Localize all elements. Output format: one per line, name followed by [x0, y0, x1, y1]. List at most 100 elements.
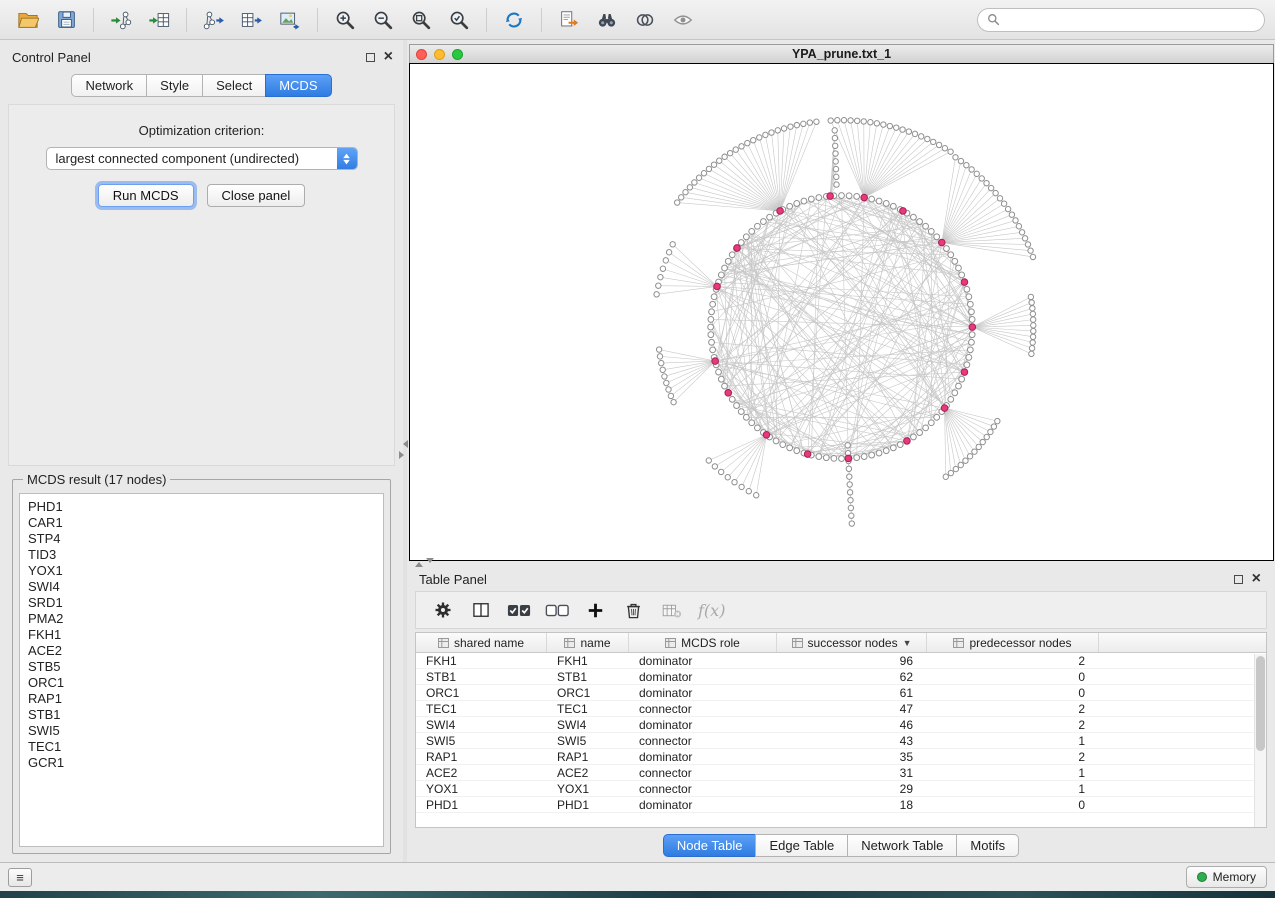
table-row[interactable]: RAP1RAP1dominator352	[416, 749, 1266, 765]
window-close-button[interactable]	[416, 49, 427, 60]
merge-networks-button[interactable]	[627, 5, 663, 35]
result-node-item[interactable]: SWI4	[28, 579, 375, 595]
zoom-out-button[interactable]	[365, 5, 401, 35]
selected-criterion-value: largest connected component (undirected)	[47, 151, 337, 166]
search-input[interactable]	[1006, 13, 1255, 27]
tab-select[interactable]: Select	[202, 74, 266, 97]
table-cell: PHD1	[416, 798, 547, 812]
network-view-titlebar[interactable]: YPA_prune.txt_1	[409, 44, 1274, 63]
export-network-button[interactable]	[196, 5, 232, 35]
zoom-selected-button[interactable]	[441, 5, 477, 35]
column-header-name[interactable]: name	[547, 633, 629, 652]
table-scrollbar[interactable]	[1254, 654, 1266, 827]
column-header-predecessor-nodes[interactable]: predecessor nodes	[927, 633, 1099, 652]
table-row[interactable]: SWI5SWI5connector431	[416, 733, 1266, 749]
table-cell: 1	[927, 766, 1099, 780]
close-panel-button[interactable]: Close panel	[207, 184, 306, 207]
panel-splitter-vertical[interactable]	[403, 40, 407, 862]
scrollbar-thumb[interactable]	[1256, 656, 1265, 751]
run-mcds-button[interactable]: Run MCDS	[98, 184, 194, 207]
export-table-button[interactable]	[234, 5, 270, 35]
table-cell: 18	[777, 798, 927, 812]
export-image-button[interactable]	[272, 5, 308, 35]
collapse-left-icon[interactable]	[399, 440, 408, 448]
result-node-item[interactable]: CAR1	[28, 515, 375, 531]
close-panel-icon[interactable]: ×	[1252, 573, 1261, 585]
expand-up-icon[interactable]	[415, 558, 423, 567]
column-header-successor-nodes[interactable]: successor nodes▼	[777, 633, 927, 652]
zoom-fit-button[interactable]	[403, 5, 439, 35]
result-node-item[interactable]: PHD1	[28, 499, 375, 515]
table-row[interactable]: FKH1FKH1dominator962	[416, 653, 1266, 669]
table-row[interactable]: YOX1YOX1connector291	[416, 781, 1266, 797]
save-session-button[interactable]	[48, 5, 84, 35]
table-cell: SWI5	[547, 734, 629, 748]
result-node-item[interactable]: FKH1	[28, 627, 375, 643]
result-node-item[interactable]: ORC1	[28, 675, 375, 691]
result-node-item[interactable]: ACE2	[28, 643, 375, 659]
delete-table-button[interactable]	[654, 595, 688, 625]
result-node-item[interactable]: STB5	[28, 659, 375, 675]
open-session-button[interactable]	[10, 5, 46, 35]
table-row[interactable]: STB1STB1dominator620	[416, 669, 1266, 685]
tab-motifs[interactable]: Motifs	[956, 834, 1019, 857]
result-node-item[interactable]: RAP1	[28, 691, 375, 707]
table-row[interactable]: SWI4SWI4dominator462	[416, 717, 1266, 733]
window-minimize-button[interactable]	[434, 49, 445, 60]
panels-menu-button[interactable]: ≡	[8, 868, 32, 887]
result-node-item[interactable]: SRD1	[28, 595, 375, 611]
tab-network[interactable]: Network	[71, 74, 147, 97]
zoom-in-icon	[334, 9, 356, 31]
tab-style[interactable]: Style	[146, 74, 203, 97]
expand-right-icon[interactable]	[399, 451, 408, 459]
show-columns-button[interactable]	[464, 595, 498, 625]
result-node-item[interactable]: YOX1	[28, 563, 375, 579]
tab-network-table[interactable]: Network Table	[847, 834, 957, 857]
tab-node-table[interactable]: Node Table	[663, 834, 757, 857]
create-column-button[interactable]	[578, 595, 612, 625]
table-cell: connector	[629, 702, 777, 716]
result-node-item[interactable]: TID3	[28, 547, 375, 563]
panel-splitter-horizontal[interactable]	[407, 561, 1275, 565]
sort-arrow-icon: ▼	[903, 638, 912, 648]
column-header-MCDS-role[interactable]: MCDS role	[629, 633, 777, 652]
memory-button[interactable]: Memory	[1186, 866, 1267, 888]
refresh-view-button[interactable]	[496, 5, 532, 35]
column-header-shared-name[interactable]: shared name	[416, 633, 547, 652]
result-node-item[interactable]: PMA2	[28, 611, 375, 627]
table-cell: 0	[927, 686, 1099, 700]
network-canvas[interactable]	[409, 63, 1274, 561]
show-graphics-details-button[interactable]	[665, 5, 701, 35]
network-search-field[interactable]	[977, 8, 1265, 32]
share-network-button[interactable]	[551, 5, 587, 35]
delete-column-button[interactable]	[616, 595, 650, 625]
collapse-down-icon[interactable]	[426, 558, 434, 567]
close-panel-icon[interactable]: ×	[384, 51, 393, 63]
float-panel-icon[interactable]	[366, 53, 375, 62]
import-network-button[interactable]	[103, 5, 139, 35]
table-settings-button[interactable]	[426, 595, 460, 625]
result-node-item[interactable]: SWI5	[28, 723, 375, 739]
float-panel-icon[interactable]	[1234, 575, 1243, 584]
tab-mcds[interactable]: MCDS	[265, 74, 331, 97]
result-node-item[interactable]: TEC1	[28, 739, 375, 755]
result-node-item[interactable]: STP4	[28, 531, 375, 547]
window-maximize-button[interactable]	[452, 49, 463, 60]
toolbar-divider	[93, 8, 94, 32]
zoom-in-button[interactable]	[327, 5, 363, 35]
import-table-button[interactable]	[141, 5, 177, 35]
table-row[interactable]: TEC1TEC1connector472	[416, 701, 1266, 717]
table-row[interactable]: ORC1ORC1dominator610	[416, 685, 1266, 701]
result-node-item[interactable]: GCR1	[28, 755, 375, 771]
table-row[interactable]: ACE2ACE2connector311	[416, 765, 1266, 781]
function-builder-button[interactable]: f(x)	[692, 601, 725, 620]
result-node-item[interactable]: STB1	[28, 707, 375, 723]
table-row[interactable]: PHD1PHD1dominator180	[416, 797, 1266, 813]
select-all-columns-button[interactable]	[502, 595, 536, 625]
network-graph[interactable]	[410, 64, 1273, 560]
find-first-neighbors-button[interactable]	[589, 5, 625, 35]
table-cell: 46	[777, 718, 927, 732]
unselect-all-columns-button[interactable]	[540, 595, 574, 625]
optimization-criterion-select[interactable]: largest connected component (undirected)	[46, 147, 358, 170]
tab-edge-table[interactable]: Edge Table	[755, 834, 848, 857]
